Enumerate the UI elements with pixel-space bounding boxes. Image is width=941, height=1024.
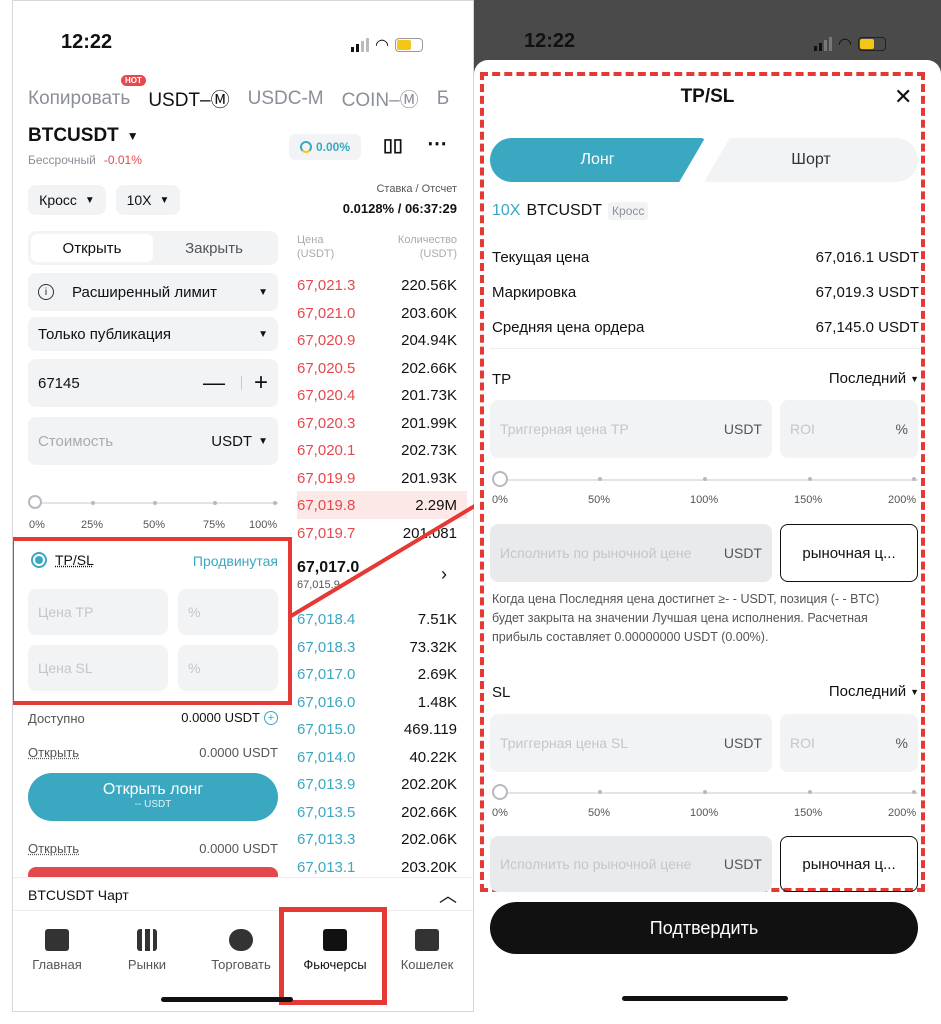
- caret-down-icon: ▼: [910, 686, 919, 697]
- row-value: 67,145.0 USDT: [815, 319, 919, 336]
- slider-tick: 150%: [794, 807, 823, 819]
- right-screen: 12:22 ◠ TP/SL ✕ Лонг Шорт 10X BTCUSDT Кр…: [474, 0, 941, 1024]
- slider-tick: 50%: [588, 494, 611, 506]
- status-time: 12:22: [524, 30, 576, 52]
- wifi-icon: ◠: [838, 36, 852, 53]
- tp-note: Когда цена Последняя цена достигнет ≥- -…: [492, 592, 880, 644]
- pct-label: %: [895, 735, 908, 751]
- row-current-price: Текущая цена 67,016.1 USDT: [492, 240, 919, 275]
- connector-line: [289, 502, 480, 618]
- pos-mode-badge: Кросс: [608, 202, 649, 220]
- signal-icon: [814, 37, 832, 51]
- sl-market-input: Исполнить по рыночной цене USDT: [490, 836, 772, 892]
- tp-trigger-placeholder: Триггерная цена TP: [500, 421, 629, 437]
- row-mark-price: Маркировка 67,019.3 USDT: [492, 275, 919, 310]
- slider-dot: [598, 790, 602, 794]
- market-placeholder: Исполнить по рыночной цене: [500, 545, 692, 561]
- slider-dot: [912, 790, 916, 794]
- sl-slider-knob[interactable]: [492, 784, 508, 800]
- tp-trigger-input[interactable]: Триггерная цена TP USDT: [490, 400, 772, 458]
- sheet-title: TP/SL: [680, 86, 735, 107]
- tab-long[interactable]: Лонг: [490, 138, 705, 182]
- row-avg-order-price: Средняя цена ордера 67,145.0 USDT: [492, 310, 919, 345]
- slider-dot: [598, 477, 602, 481]
- slider-tick: 50%: [588, 807, 611, 819]
- caret-down-icon: ▼: [910, 373, 919, 384]
- row-value: 67,016.1 USDT: [815, 249, 919, 266]
- position-info: 10X BTCUSDT Кросс: [492, 202, 649, 220]
- slider-tick: 0%: [492, 494, 508, 506]
- slider-dot: [808, 790, 812, 794]
- sl-label: SL: [492, 684, 511, 701]
- tp-slider[interactable]: [500, 479, 918, 481]
- slider-tick: 200%: [888, 494, 917, 506]
- tp-slider-knob[interactable]: [492, 471, 508, 487]
- confirm-button[interactable]: Подтвердить: [490, 902, 918, 954]
- sl-market-button[interactable]: рыночная ц...: [780, 836, 918, 892]
- tp-market-button[interactable]: рыночная ц...: [780, 524, 918, 582]
- row-label: Текущая цена: [492, 249, 590, 266]
- slider-tick: 200%: [888, 807, 917, 819]
- tab-short[interactable]: Шорт: [704, 138, 918, 182]
- row-label: Средняя цена ордера: [492, 319, 645, 336]
- roi-placeholder: ROI: [790, 421, 815, 437]
- sl-slider[interactable]: [500, 792, 918, 794]
- slider-dot: [808, 477, 812, 481]
- tp-roi-input[interactable]: ROI%: [780, 400, 918, 458]
- row-label: Маркировка: [492, 284, 577, 301]
- tp-market-input: Исполнить по рыночной цене USDT: [490, 524, 772, 582]
- sl-trigger-input[interactable]: Триггерная цена SL USDT: [490, 714, 772, 772]
- unit-label: USDT: [723, 545, 762, 561]
- slider-dot: [912, 477, 916, 481]
- slider-tick: 0%: [492, 807, 508, 819]
- pos-symbol: BTCUSDT: [526, 202, 603, 219]
- unit-label: USDT: [723, 856, 762, 872]
- close-icon[interactable]: ✕: [894, 84, 912, 110]
- roi-placeholder: ROI: [790, 735, 815, 751]
- sl-trigger-placeholder: Триггерная цена SL: [500, 735, 629, 751]
- row-value: 67,019.3 USDT: [815, 284, 919, 301]
- slider-tick: 150%: [794, 494, 823, 506]
- slider-tick: 100%: [690, 494, 719, 506]
- battery-icon: [857, 37, 886, 51]
- slider-tick: 100%: [690, 807, 719, 819]
- sl-trigger-type-select[interactable]: Последний ▼: [829, 683, 919, 700]
- unit-label: USDT: [723, 735, 762, 751]
- pos-leverage: 10X: [492, 202, 521, 219]
- market-placeholder: Исполнить по рыночной цене: [500, 856, 692, 872]
- price-rows: Текущая цена 67,016.1 USDT Маркировка 67,0…: [492, 240, 919, 345]
- tp-trigger-type-select[interactable]: Последний ▼: [829, 370, 919, 387]
- home-indicator: [622, 996, 788, 1001]
- slider-dot: [703, 477, 707, 481]
- sl-trigger-type: Последний: [828, 683, 907, 700]
- status-icons: ◠: [814, 34, 886, 54]
- sl-roi-input[interactable]: ROI%: [780, 714, 918, 772]
- pct-label: %: [895, 421, 908, 437]
- unit-label: USDT: [723, 421, 762, 437]
- tp-trigger-type: Последний: [828, 370, 907, 387]
- tp-label: TP: [492, 371, 512, 388]
- slider-dot: [703, 790, 707, 794]
- divider: [490, 348, 920, 349]
